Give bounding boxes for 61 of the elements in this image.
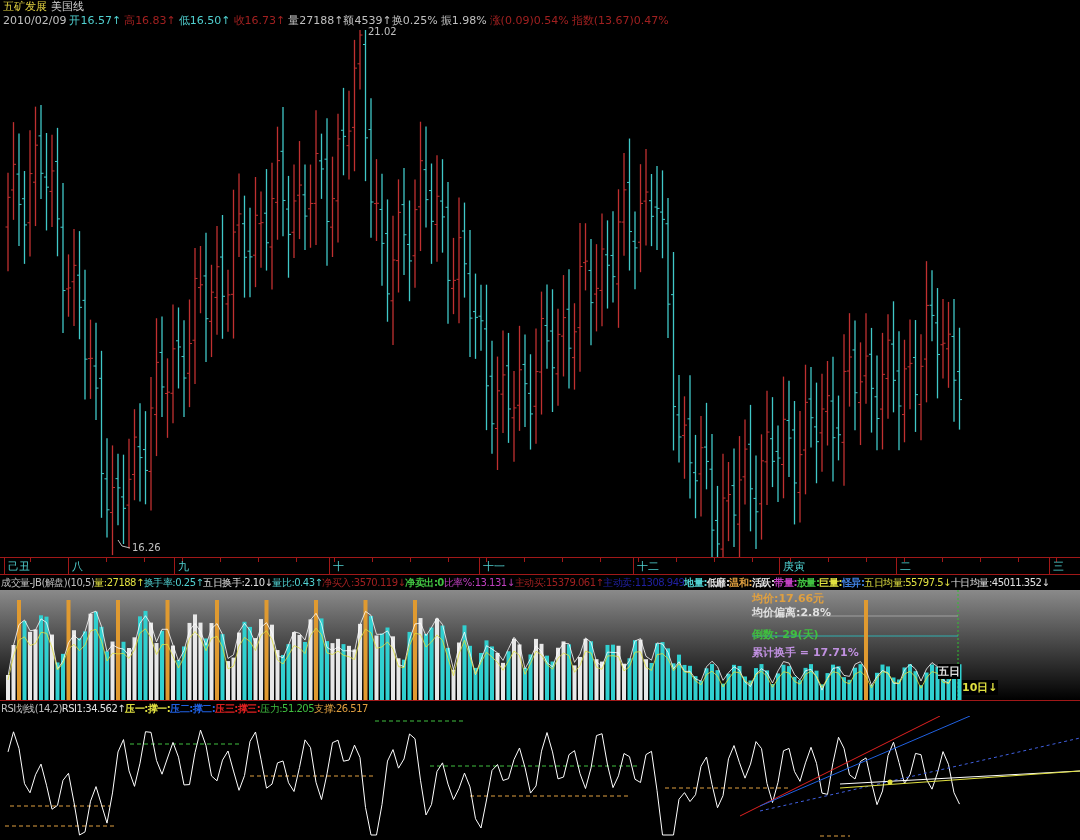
volume-legend-item: 五日均量:55797.5↓ (864, 576, 951, 590)
volume-legend-item: 主动买:15379.061↑ (514, 576, 604, 590)
quote-value: 2010/02/09 (3, 14, 67, 28)
rsi-legend-item: 压一: (125, 702, 148, 716)
volume-legend-item: 量比:0.43↑ (272, 576, 323, 590)
volume-legend-item: 主动卖:11308.949 (603, 576, 685, 590)
volume-stat-label: 累计换手 = 17.71% (752, 646, 859, 660)
volume-legend-item: 温和: (729, 576, 752, 590)
low-price-label: 16.26 (132, 542, 161, 553)
ten-day-label: 10日↓ (962, 680, 998, 695)
rsi-legend-item: 撑一: (147, 702, 171, 716)
quote-value: 开16.57↑ (69, 14, 122, 28)
volume-legend-item: 净卖出:0 (405, 576, 444, 590)
time-axis-label: 己丑 (8, 559, 30, 574)
volume-legend-item: 地量: (684, 576, 707, 590)
time-axis-label: 二 (900, 559, 911, 574)
quote-value: 高16.83↑ (124, 14, 176, 28)
rsi-legend-item: 压二: (170, 702, 193, 716)
rsi-legend-item: 支撑:26.517 (314, 702, 368, 716)
time-axis-label: 十二 (637, 559, 659, 574)
volume-legend-item: 换手率:0.25↑ (143, 576, 204, 590)
point-marker (887, 779, 893, 785)
volume-legend-item: 放量: (796, 576, 820, 590)
volume-stat-label: 均价偏离:2.8% (752, 606, 831, 620)
quote-value: 收16.73↑ (233, 14, 286, 28)
rsi-legend-item: RSI划线(14,2) (1, 702, 62, 716)
quote-value: 振1.98% (440, 14, 487, 28)
leader-line (117, 539, 131, 549)
quote-value: 量27188↑额4539↑换0.25% (288, 14, 438, 27)
time-axis-label: 八 (72, 559, 83, 574)
volume-legend-item: 比率%:13.131↓ (443, 576, 515, 590)
rsi-legend-item: 压力:51.205 (260, 702, 315, 716)
time-axis-label: 十一 (483, 559, 505, 574)
volume-legend-item: 巨量: (819, 576, 842, 590)
quote-value: 指数(13.67)0.47% (571, 14, 669, 28)
rsi-legend-item: 撑二: (192, 702, 216, 716)
volume-legend-item: 低靡: (706, 576, 730, 590)
rsi-legend-item: 撑三: (237, 702, 261, 716)
volume-legend-item: 量:27188↑ (94, 576, 144, 590)
volume-legend-item: 净买入:3570.119↓ (322, 576, 406, 590)
volume-legend-item: 怪异: (841, 576, 865, 590)
time-axis-label: 十 (333, 559, 344, 574)
volume-legend-item: 十日均量:45011.352↓ (951, 576, 1050, 590)
five-day-label: 五日 (938, 664, 960, 679)
volume-stat-label: 倒数: 29(天) (752, 628, 819, 642)
level-line (819, 835, 851, 837)
chart-type-label: 美国线 (51, 0, 84, 14)
time-axis-label: 庚寅 (783, 559, 805, 574)
volume-legend-item: 活跃: (751, 576, 775, 590)
volume-stat-label: 均价:17.66元 (752, 592, 825, 606)
volume-legend-item: 带量: (774, 576, 797, 590)
rsi-legend-item: RSI1:34.562↑ (61, 702, 126, 716)
time-axis-label: 三 (1053, 559, 1064, 574)
high-price-label: 21.02 (368, 26, 397, 37)
quote-value: 低16.50↑ (178, 14, 231, 28)
stock-name: 五矿发展 (3, 0, 47, 14)
volume-legend-item: 五日换手:2.10↓ (203, 576, 273, 590)
quote-value: 涨(0.09)0.54% (489, 14, 569, 28)
time-axis-label: 九 (178, 559, 189, 574)
rsi-legend-item: 压三: (215, 702, 238, 716)
volume-legend-item: 成交量-JB(解盘)(10,5) (1, 576, 95, 590)
